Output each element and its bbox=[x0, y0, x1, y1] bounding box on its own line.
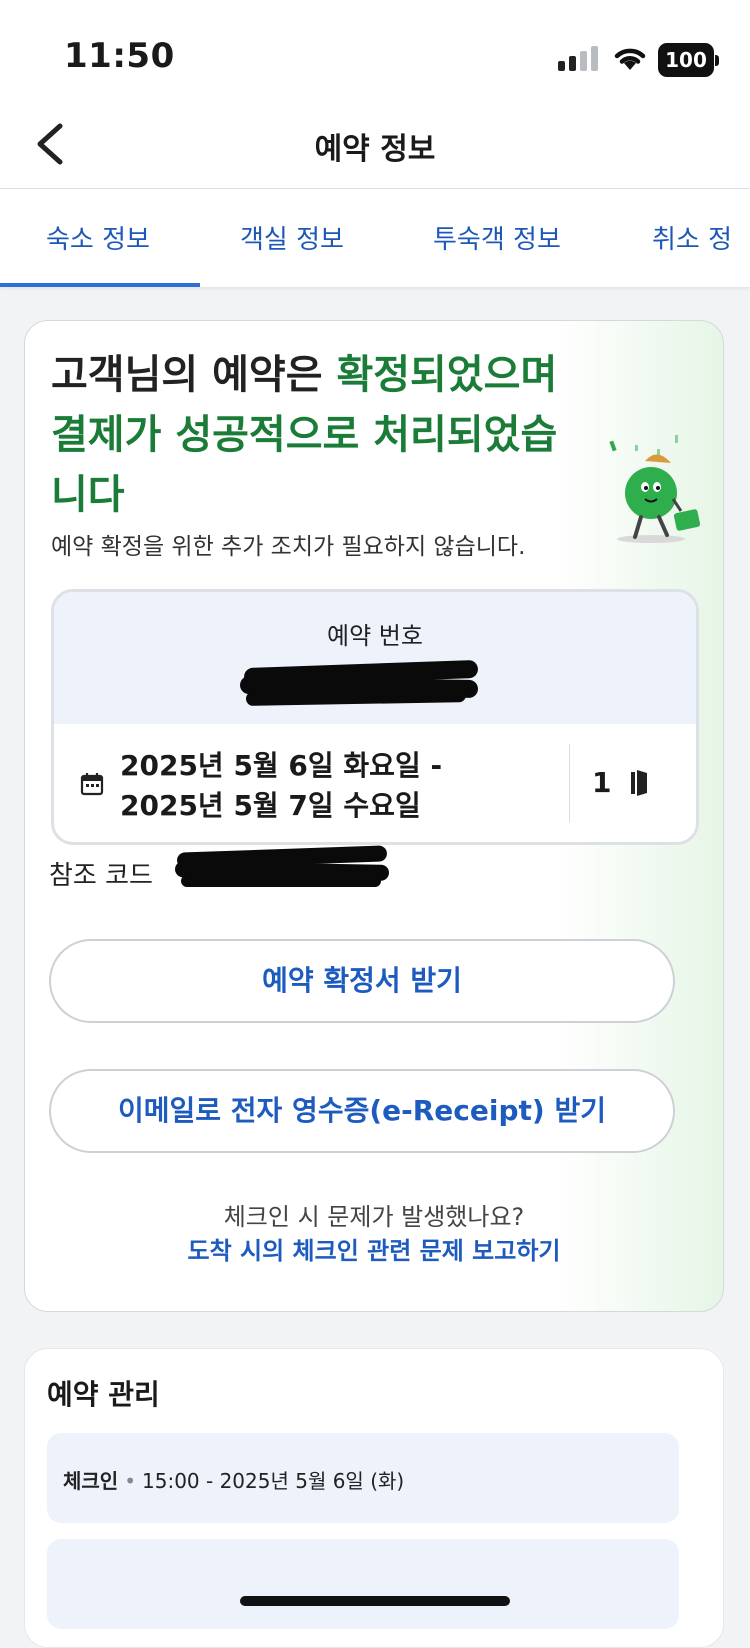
get-confirmation-button[interactable]: 예약 확정서 받기 bbox=[49, 939, 675, 1023]
checkin-label: 체크인 bbox=[63, 1469, 119, 1493]
calendar-icon bbox=[80, 773, 104, 796]
redaction-mark bbox=[181, 875, 381, 887]
checkin-time: 15:00 - 2025년 5월 6일 (화) bbox=[142, 1469, 405, 1493]
email-receipt-button[interactable]: 이메일로 전자 영수증(e-Receipt) 받기 bbox=[49, 1069, 675, 1153]
reservation-number-label: 예약 번호 bbox=[327, 622, 423, 650]
confirmation-subline: 예약 확정을 위한 추가 조치가 필요하지 않습니다. bbox=[51, 534, 526, 560]
tab-property-info[interactable]: 숙소 정보 bbox=[46, 219, 150, 256]
stay-dates: 2025년 5월 6일 화요일 - 2025년 5월 7일 수요일 bbox=[120, 746, 442, 826]
stay-dates-section: 2025년 5월 6일 화요일 - 2025년 5월 7일 수요일 1 bbox=[54, 724, 696, 842]
cellular-signal-icon bbox=[558, 46, 598, 71]
booking-confirmation-card: 고객님의 예약은 확정되었으며 결제가 성공적으로 처리되었습니다 예약 확정을… bbox=[24, 320, 724, 1312]
tab-room-info[interactable]: 객실 정보 bbox=[240, 219, 344, 256]
manage-booking-title: 예약 관리 bbox=[47, 1378, 160, 1411]
separator-dot: • bbox=[124, 1469, 136, 1493]
reservation-details-box: 예약 번호 2025년 5월 6일 화요일 - 2025년 5월 7일 수요일 … bbox=[51, 589, 699, 845]
checkout-date: 2025년 5월 7일 수요일 bbox=[120, 789, 421, 822]
door-icon bbox=[631, 770, 647, 796]
report-checkin-issue-link[interactable]: 도착 시의 체크인 관련 문제 보고하기 bbox=[25, 1231, 723, 1266]
checkin-date: 2025년 5월 6일 화요일 - bbox=[120, 749, 443, 782]
redaction-mark bbox=[245, 688, 467, 706]
nav-bar: 예약 정보 bbox=[0, 100, 750, 189]
checkin-info: 체크인 • 15:00 - 2025년 5월 6일 (화) bbox=[63, 1465, 404, 1494]
status-bar: 11:50 100 bbox=[0, 0, 750, 100]
tab-cancellation-info[interactable]: 취소 정 bbox=[652, 219, 732, 256]
mascot-illustration-icon bbox=[609, 435, 701, 543]
home-indicator bbox=[240, 1596, 510, 1606]
active-tab-indicator bbox=[0, 283, 200, 287]
divider bbox=[569, 744, 570, 822]
reservation-number-section: 예약 번호 bbox=[54, 592, 696, 724]
page-title: 예약 정보 bbox=[314, 132, 436, 167]
list-item[interactable] bbox=[47, 1539, 679, 1629]
tab-bar: 숙소 정보 객실 정보 투숙객 정보 취소 정 bbox=[0, 189, 750, 287]
status-time: 11:50 bbox=[64, 36, 175, 76]
checkin-row[interactable]: 체크인 • 15:00 - 2025년 5월 6일 (화) bbox=[47, 1433, 679, 1523]
battery-icon: 100 bbox=[658, 43, 719, 77]
room-count: 1 bbox=[592, 766, 612, 799]
reference-code-label: 참조 코드 bbox=[49, 861, 153, 891]
confirmation-headline: 고객님의 예약은 확정되었으며 결제가 성공적으로 처리되었습니다 bbox=[51, 345, 591, 525]
wifi-icon bbox=[614, 48, 646, 70]
checkin-issue-question: 체크인 시 문제가 발생했나요? bbox=[223, 1203, 525, 1231]
headline-text: 고객님의 예약은 bbox=[51, 352, 337, 398]
tab-guest-info[interactable]: 투숙객 정보 bbox=[433, 219, 561, 256]
